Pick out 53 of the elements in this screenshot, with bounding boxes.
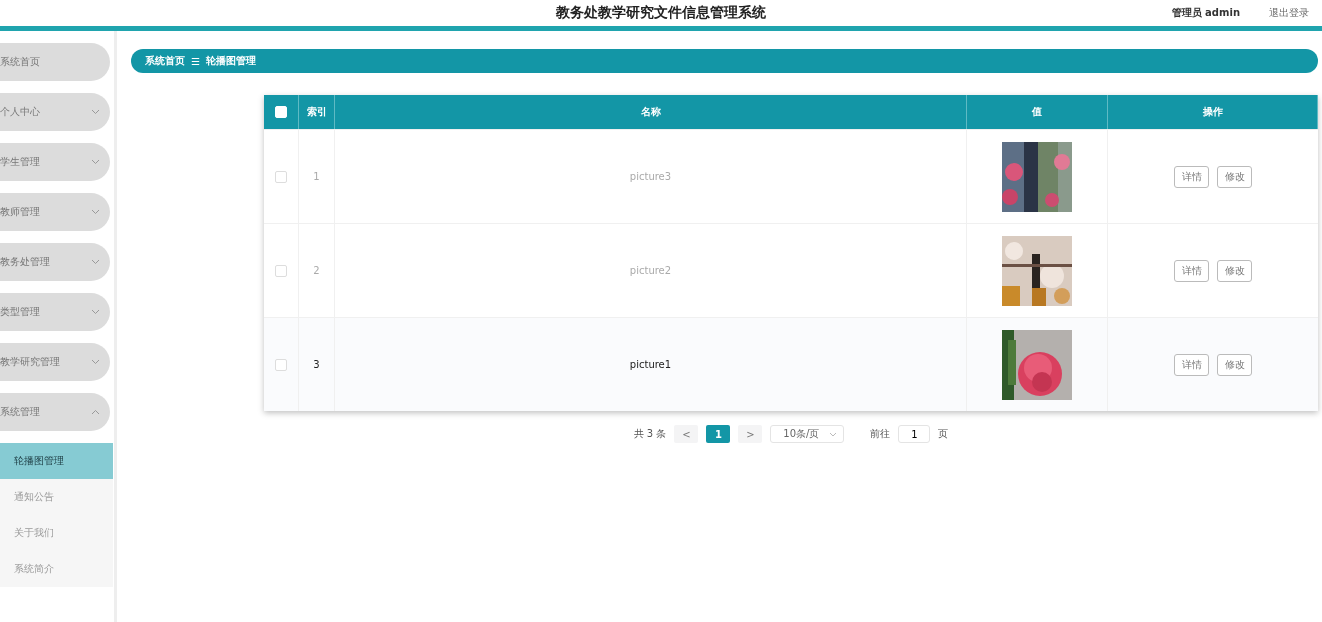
logout-link[interactable]: 退出登录 <box>1269 6 1309 20</box>
action-button[interactable]: 修改 <box>1217 165 1252 188</box>
user-label: 管理员 admin <box>1171 6 1240 20</box>
app-title: 教务处教学研究文件信息管理系统 <box>556 4 766 22</box>
chevron-icon <box>91 159 100 165</box>
sidebar-item[interactable]: 个人中心 <box>0 93 110 131</box>
submenu-item[interactable]: 轮播图管理 <box>0 443 113 479</box>
action-button[interactable]: 详情 <box>1174 259 1209 282</box>
goto-label: 前往 <box>870 427 891 441</box>
action-button[interactable]: 修改 <box>1217 259 1252 282</box>
name-text: picture2 <box>629 265 672 276</box>
table-row[interactable]: 2 picture2 详情 修改 <box>264 223 1318 317</box>
name-text: picture3 <box>629 171 672 182</box>
index-text: 1 <box>313 171 320 182</box>
next-page-button[interactable]: > <box>738 425 763 443</box>
page-suffix: 页 <box>938 427 949 441</box>
submenu-item[interactable]: 系统简介 <box>0 551 113 587</box>
breadcrumb-current: 轮播图管理 <box>205 54 256 68</box>
sidebar-item[interactable]: 学生管理 <box>0 143 110 181</box>
chevron-icon <box>91 309 100 315</box>
page-button[interactable]: 1 <box>706 425 731 443</box>
sidebar-item[interactable]: 系统管理 <box>0 393 110 431</box>
action-button[interactable]: 详情 <box>1174 353 1209 376</box>
row-checkbox[interactable] <box>275 358 287 371</box>
action-button[interactable]: 修改 <box>1217 353 1252 376</box>
sidebar-item[interactable]: 教学研究管理 <box>0 343 110 381</box>
prev-page-button[interactable]: < <box>674 425 699 443</box>
row-checkbox[interactable] <box>275 170 287 183</box>
sidebar-item[interactable]: 教务处管理 <box>0 243 110 281</box>
row-checkbox[interactable] <box>275 264 287 277</box>
sidebar-item[interactable]: 系统首页 <box>0 43 110 81</box>
chevron-icon <box>91 259 100 265</box>
sidebar-item[interactable]: 类型管理 <box>0 293 110 331</box>
table-row[interactable]: 3 picture1 详情 修改 <box>264 317 1318 411</box>
chevron-icon <box>91 109 100 115</box>
name-text: picture1 <box>629 359 672 370</box>
chevron-icon <box>91 359 100 365</box>
submenu-item[interactable]: 关于我们 <box>0 515 113 551</box>
sidebar-item[interactable]: 教师管理 <box>0 193 110 231</box>
chevron-icon <box>829 431 838 437</box>
chevron-icon <box>91 409 100 415</box>
table-row[interactable]: 1 picture3 详情 修改 <box>264 129 1318 223</box>
page-size-select[interactable]: 10条/页 <box>770 425 845 443</box>
select-all-checkbox[interactable] <box>275 106 287 118</box>
page-input[interactable]: 1 <box>898 425 931 443</box>
chevron-icon <box>91 209 100 215</box>
breadcrumb-separator: ☰ <box>191 55 200 67</box>
action-button[interactable]: 详情 <box>1174 165 1209 188</box>
index-text: 3 <box>313 359 320 370</box>
index-text: 2 <box>313 265 320 276</box>
total-count: 共 3 条 <box>633 427 667 441</box>
breadcrumb-link[interactable]: 系统首页 <box>145 54 185 68</box>
submenu-item[interactable]: 通知公告 <box>0 479 113 515</box>
